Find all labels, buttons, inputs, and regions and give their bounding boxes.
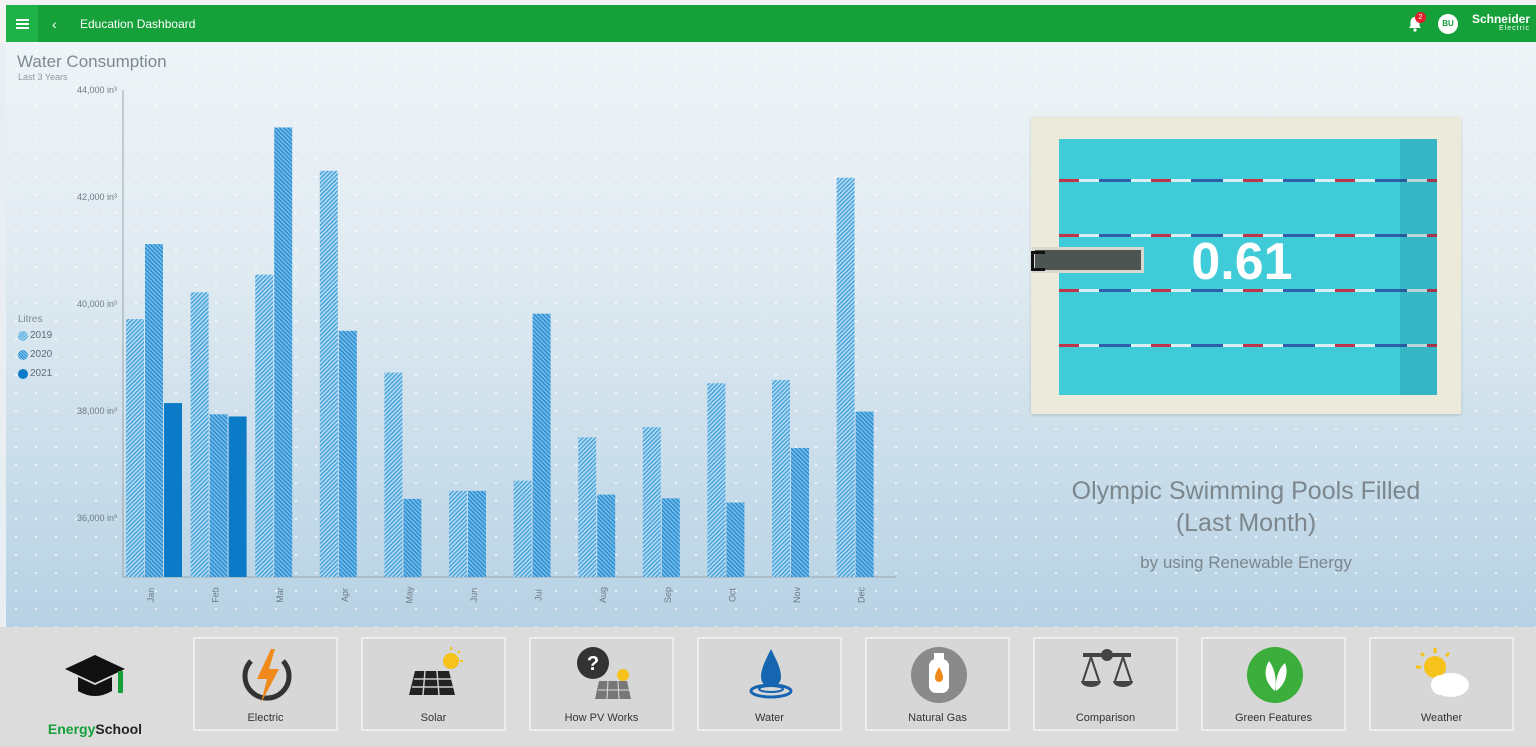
x-tick-label: Apr [340, 588, 350, 602]
electric-bolt-icon [242, 649, 292, 703]
sun-cloud-icon [1416, 648, 1469, 697]
legend-title: Litres [18, 313, 43, 325]
bar-2020-nov[interactable] [791, 448, 809, 577]
pool-caption-line1: Olympic Swimming Pools Filled [1071, 477, 1421, 505]
svg-text:?: ? [587, 653, 599, 675]
tile-label: How PV Works [564, 712, 639, 724]
nav-tile-how-pv-works[interactable]: ? How PV Works [529, 637, 674, 731]
back-arrow-icon[interactable]: ‹ [52, 16, 68, 32]
pools-filled-value: 0.61 [1191, 233, 1293, 291]
diving-board [1032, 247, 1144, 273]
graduation-cap-icon [65, 655, 125, 696]
nav-tile-green-features[interactable]: Green Features [1201, 637, 1346, 731]
bar-2019-apr[interactable] [319, 170, 338, 578]
bar-2019-may[interactable] [384, 372, 403, 577]
nav-tile-water[interactable]: Water [697, 637, 842, 731]
notifications-button[interactable]: 2 [1406, 11, 1426, 33]
x-tick-label: Jul [534, 589, 544, 601]
y-tick-label: 38,000 in³ [77, 406, 117, 416]
solar-panel-icon [409, 647, 463, 696]
hamburger-menu-button[interactable] [6, 5, 38, 42]
pool-caption-line2: (Last Month) [1175, 509, 1317, 537]
x-tick-label: Dec [857, 587, 867, 604]
nav-tile-solar[interactable]: Solar [361, 637, 506, 731]
bar-2021-jan[interactable] [164, 403, 182, 577]
main-panel: Water Consumption Last 3 Years 36,000 in… [6, 42, 1536, 627]
y-tick-label: 42,000 in³ [77, 192, 117, 202]
top-bar: ‹ Education Dashboard 2 BU Schneider Ele… [0, 0, 1536, 44]
bar-2021-feb[interactable] [228, 416, 247, 577]
menu-icon [15, 18, 29, 29]
water-drop-icon [749, 649, 793, 699]
x-tick-label: Nov [792, 587, 802, 604]
legend-item-2021[interactable]: 2021 [18, 364, 52, 383]
nav-tile-weather[interactable]: Weather [1369, 637, 1514, 731]
bar-2019-sep[interactable] [642, 427, 661, 577]
gas-cylinder-icon [911, 647, 967, 703]
bar-2019-mar[interactable] [255, 274, 274, 577]
pv-question-icon: ? [577, 647, 631, 700]
x-tick-label: Jan [146, 588, 156, 603]
bottom-nav: EnergySchool Electric Solar ? How PV Wor… [0, 627, 1536, 747]
bar-2020-feb[interactable] [209, 414, 228, 577]
header: ‹ Education Dashboard 2 BU Schneider Ele… [6, 5, 1536, 42]
tile-label: Comparison [1075, 712, 1136, 724]
tile-label: Solar [420, 712, 447, 724]
bar-2019-dec[interactable] [836, 177, 855, 577]
nav-tile-comparison[interactable]: Comparison [1033, 637, 1178, 731]
bar-2020-aug[interactable] [597, 494, 616, 577]
bar-2019-jan[interactable] [126, 319, 144, 577]
pool-subcaption: by using Renewable Energy [1140, 553, 1352, 572]
bar-2020-oct[interactable] [726, 502, 745, 577]
nav-tile-natural-gas[interactable]: Natural Gas [865, 637, 1010, 731]
water-consumption-chart: 36,000 in³ 38,000 in³ 40,000 in³ 42,000 in³… [77, 85, 896, 604]
energy-school-logo[interactable]: EnergySchool [40, 637, 150, 747]
brand-logo: Schneider Electric [1472, 13, 1530, 34]
x-tick-label: Feb [211, 587, 221, 603]
x-tick-label: Jun [469, 588, 479, 603]
bar-2020-dec[interactable] [855, 411, 874, 577]
page-title: Education Dashboard [80, 16, 196, 31]
notification-badge: 2 [1414, 11, 1426, 23]
balance-scale-icon [1081, 649, 1133, 687]
tile-label: Electric [247, 712, 284, 724]
bar-2019-oct[interactable] [707, 383, 726, 577]
legend-item-2020[interactable]: 2020 [18, 345, 52, 364]
bar-2019-feb[interactable] [190, 292, 209, 577]
tile-label: Natural Gas [908, 712, 967, 724]
leaf-icon [1247, 647, 1303, 703]
bar-2020-mar[interactable] [274, 127, 293, 577]
y-tick-label: 44,000 in³ [77, 85, 117, 95]
bar-2020-sep[interactable] [661, 498, 680, 577]
x-tick-label: Aug [598, 587, 608, 603]
bar-2020-jun[interactable] [468, 490, 486, 577]
y-tick-label: 36,000 in³ [77, 513, 117, 523]
bar-2019-jun[interactable] [449, 490, 467, 577]
x-tick-label: Mar [275, 587, 285, 603]
logo-text: EnergySchool [47, 721, 143, 737]
tile-label: Weather [1420, 712, 1463, 724]
bar-2020-apr[interactable] [338, 330, 357, 577]
nav-tile-electric[interactable]: Electric [193, 637, 338, 731]
bar-2019-aug[interactable] [578, 437, 597, 577]
user-avatar[interactable]: BU [1437, 13, 1458, 34]
bar-2020-jan[interactable] [145, 244, 163, 577]
chart-legend: Litres 2019 2020 2021 [18, 312, 52, 383]
y-tick-label: 40,000 in³ [77, 299, 117, 309]
x-tick-label: Sep [663, 587, 673, 603]
bar-2019-jul[interactable] [513, 480, 532, 577]
bar-2020-jul[interactable] [532, 313, 551, 577]
bar-2020-may[interactable] [403, 498, 422, 577]
x-tick-label: May [404, 586, 414, 604]
tile-label: Water [755, 712, 784, 724]
bar-2019-nov[interactable] [772, 380, 790, 577]
x-tick-label: Oct [727, 588, 737, 603]
pool-ladder [1031, 251, 1045, 271]
tile-label: Green Features [1234, 712, 1313, 724]
pool-caption: Olympic Swimming Pools Filled (Last Mont… [1026, 475, 1466, 539]
legend-item-2019[interactable]: 2019 [18, 326, 52, 345]
